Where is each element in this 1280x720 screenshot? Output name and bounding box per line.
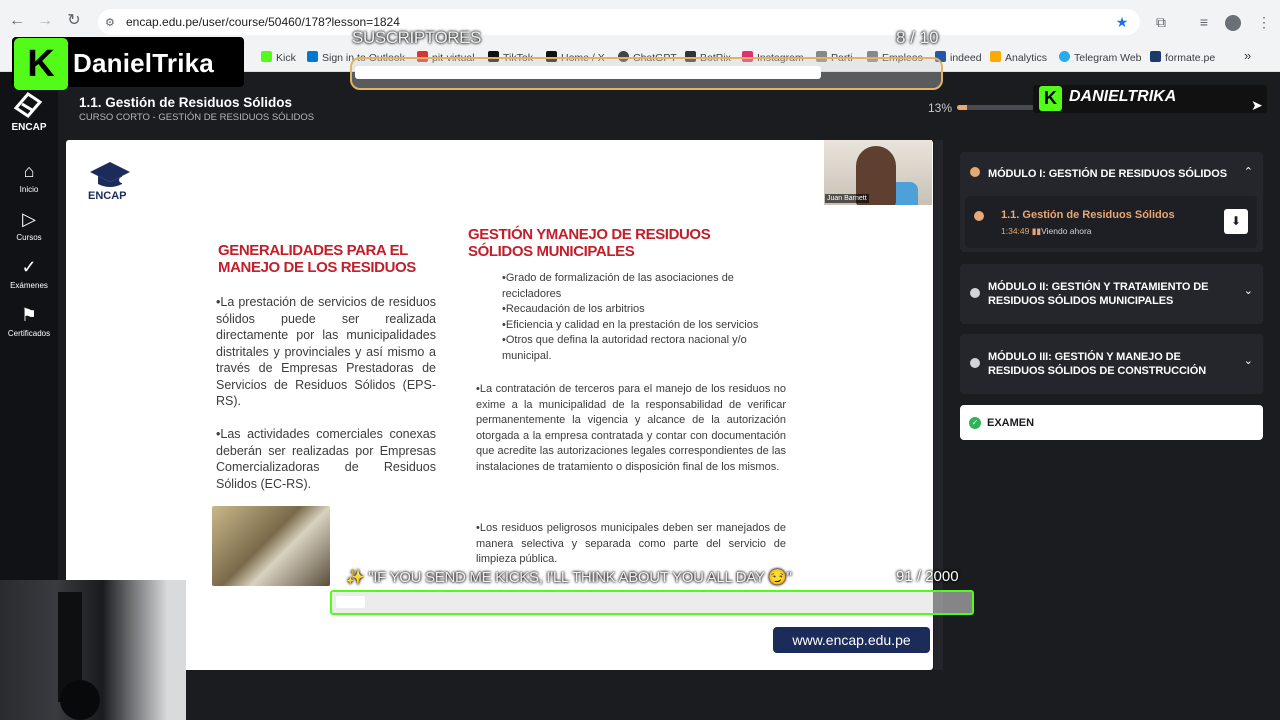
subs-goal-count: 8 / 10 <box>896 28 939 47</box>
sidebar-item-cursos[interactable]: ▷ Cursos <box>0 208 58 242</box>
forward-icon[interactable]: → <box>34 10 56 32</box>
more-bookmarks-icon[interactable]: » <box>1244 48 1251 63</box>
back-icon[interactable]: ← <box>6 10 28 32</box>
analytics-icon <box>990 51 1001 62</box>
lesson-status: Viendo ahora <box>1041 226 1092 236</box>
module-status-icon <box>970 358 980 368</box>
lesson-duration: 1:34:49 <box>1001 226 1030 236</box>
slide-right-paragraph-2: •La contratación de terceros para el man… <box>476 383 786 473</box>
encap-logo-icon[interactable] <box>12 90 44 120</box>
outlook-icon <box>307 51 318 62</box>
streamer-room-camera <box>0 580 186 720</box>
extensions-icon[interactable]: ⧉ <box>1151 12 1171 32</box>
slide-left-paragraph-2: •Las actividades comerciales conexas deb… <box>216 427 436 491</box>
sidebar-item-label: Exámenes <box>10 281 48 290</box>
progress-percent: 13% <box>928 101 953 115</box>
chevron-up-icon[interactable]: ⌃ <box>1244 165 1253 178</box>
lesson-meta: 1:34:49 ▮▮Viendo ahora <box>1001 226 1092 237</box>
module-title: MÓDULO II: GESTIÓN Y TRATAMIENTO DE RESI… <box>988 281 1209 307</box>
check-icon: ✓ <box>21 257 37 277</box>
download-button[interactable]: ⬇ <box>1224 209 1248 234</box>
lesson-status-icon <box>974 211 984 221</box>
module-status-icon <box>970 167 980 177</box>
telegram-icon <box>1059 51 1070 62</box>
bookmark-item[interactable]: Analytics <box>990 51 1047 64</box>
chevron-down-icon[interactable]: ⌄ <box>1244 354 1253 367</box>
subs-goal-fill <box>355 66 821 79</box>
streamer-name: DanielTrika <box>73 48 214 78</box>
presenter-webcam: Juan Barnett <box>824 140 932 205</box>
module-title: MÓDULO III: GESTIÓN Y MANEJO DE RESIDUOS… <box>988 351 1207 377</box>
bookmark-star-icon[interactable]: ★ <box>1112 12 1132 32</box>
reading-list-icon[interactable]: ≡ <box>1194 12 1214 32</box>
kick-logo-small-icon: K <box>1039 86 1062 111</box>
slide-left-paragraph-1: •La prestación de servicios de residuos … <box>216 295 436 408</box>
module-card-2[interactable]: MÓDULO II: GESTIÓN Y TRATAMIENTO DE RESI… <box>960 264 1263 324</box>
sidebar-item-label: Inicio <box>19 185 39 194</box>
profile-avatar[interactable] <box>1225 15 1241 31</box>
presenter-name: Juan Barnett <box>825 194 869 203</box>
sidebar-item-label: Cursos <box>16 233 42 242</box>
streamer-name-small: DANIELTRIKA <box>1069 88 1177 105</box>
page-title: 1.1. Gestión de Residuos Sólidos <box>79 95 293 110</box>
slide-workers-photo <box>212 506 330 586</box>
download-icon: ⬇ <box>1230 214 1242 228</box>
progress-bar-fill <box>957 105 968 110</box>
subs-goal-label: SUSCRIPTORES <box>352 28 482 47</box>
bookmark-item[interactable]: Telegram Web <box>1059 51 1142 64</box>
play-circle-icon: ▷ <box>22 209 36 229</box>
sidebar-brand: ENCAP <box>11 122 47 133</box>
module-status-icon <box>970 288 980 298</box>
slide-right-list: •Grado de formalización de las asociacio… <box>502 272 759 362</box>
kicks-goal-label: ✨ "IF YOU SEND ME KICKS, I'LL THINK ABOU… <box>346 569 792 586</box>
bookmark-item[interactable]: Kick <box>261 51 296 64</box>
player-bottom-bar <box>186 670 950 720</box>
slide-website: www.encap.edu.pe <box>773 627 930 653</box>
bookmark-item[interactable]: formate.pe <box>1150 51 1215 64</box>
menu-icon[interactable]: ⋮ <box>1254 12 1274 32</box>
chair-shape <box>60 680 100 720</box>
reload-icon[interactable]: ↻ <box>63 10 85 32</box>
sidebar-item-label: Certificados <box>7 329 51 338</box>
course-subtitle: CURSO CORTO - GESTIÓN DE RESIDUOS SÓLIDO… <box>79 112 315 123</box>
slide-logo-text: ENCAP <box>88 190 127 202</box>
site-settings-icon[interactable]: ⚙ <box>105 16 115 29</box>
kicks-goal-count: 91 / 2000 <box>896 568 959 585</box>
sidebar-item-inicio[interactable]: ⌂ Inicio <box>0 160 58 194</box>
sidebar-item-certificados[interactable]: ⚑ Certificados <box>0 304 58 338</box>
bookmark-icon: ⚑ <box>20 305 38 325</box>
slide-right-paragraph-3: •Los residuos peligrosos municipales deb… <box>476 522 786 565</box>
check-circle-icon: ✓ <box>969 417 981 429</box>
progress-bar <box>957 105 1035 110</box>
module-card-3[interactable]: MÓDULO III: GESTIÓN Y MANEJO DE RESIDUOS… <box>960 334 1263 394</box>
slide-left-heading: GENERALIDADES PARA EL MANEJO DE LOS RESI… <box>218 242 416 276</box>
module-title: MÓDULO I: GESTIÓN DE RESIDUOS SÓLIDOS <box>988 168 1227 180</box>
sidebar-item-examenes[interactable]: ✓ Exámenes <box>0 256 58 290</box>
lesson-item[interactable] <box>965 196 1257 248</box>
home-icon: ⌂ <box>23 161 35 181</box>
mouse-cursor-icon: ➤ <box>1251 97 1263 113</box>
kicks-goal-bar <box>330 590 974 615</box>
formate-icon <box>1150 51 1161 62</box>
kicks-goal-fill <box>336 596 365 608</box>
pause-icon: ▮▮ <box>1031 226 1042 236</box>
chevron-down-icon[interactable]: ⌄ <box>1244 284 1253 297</box>
kick-icon <box>261 51 272 62</box>
exam-label[interactable]: EXAMEN <box>987 417 1034 429</box>
kick-logo-icon: K <box>14 38 68 90</box>
url-text[interactable]: encap.edu.pe/user/course/50460/178?lesso… <box>126 15 400 29</box>
lesson-title[interactable]: 1.1. Gestión de Residuos Sólidos <box>1001 209 1175 221</box>
slide-right-heading: GESTIÓN YMANEJO DE RESIDUOS SÓLIDOS MUNI… <box>468 226 711 260</box>
